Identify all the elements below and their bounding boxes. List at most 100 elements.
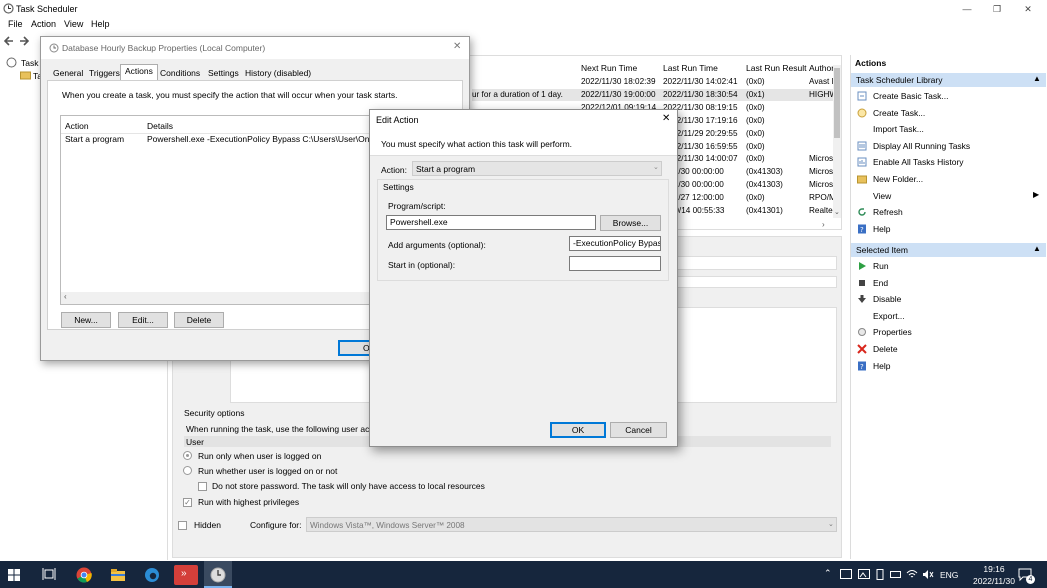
action-disable[interactable]: Disable xyxy=(857,293,1043,307)
task-cell-result[interactable]: (0x41303) xyxy=(746,180,783,189)
task-cell-last[interactable]: 2022/11/30 18:30:54 xyxy=(663,90,738,99)
chevron-up-icon[interactable]: ⌃ xyxy=(824,568,832,579)
table-row-action[interactable]: Start a program xyxy=(65,134,124,144)
action-properties[interactable]: Properties xyxy=(857,326,1043,340)
action-run[interactable]: Run xyxy=(857,260,1043,274)
task-cell-result[interactable]: (0x0) xyxy=(746,129,765,138)
task-cell-author[interactable]: Micros xyxy=(809,154,833,163)
device-icon[interactable] xyxy=(874,569,890,585)
clock-time[interactable]: 19:16 xyxy=(976,564,1012,574)
scrollbar-thumb[interactable] xyxy=(834,68,840,138)
action-create-task[interactable]: Create Task... xyxy=(857,107,1043,121)
delete-action-button[interactable]: Delete xyxy=(174,312,224,328)
properties-close-icon[interactable]: ✕ xyxy=(453,41,461,52)
column-last-run-time[interactable]: Last Run Time xyxy=(663,63,718,73)
collapse-icon[interactable]: ▲ xyxy=(1033,244,1041,253)
task-cell-author[interactable]: Micros xyxy=(809,180,833,189)
chrome-icon[interactable] xyxy=(76,567,92,583)
tab-general[interactable]: General xyxy=(49,67,87,80)
task-cell-author[interactable]: HIGHW xyxy=(809,90,833,99)
menu-help[interactable]: Help xyxy=(91,19,110,29)
edit-action-close-icon[interactable]: ✕ xyxy=(662,113,670,124)
action-refresh[interactable]: Refresh xyxy=(857,206,1043,220)
selected-item-section-header[interactable]: Selected Item ▲ xyxy=(851,243,1046,257)
action-export[interactable]: Export... xyxy=(857,310,1043,324)
column-next-run-time[interactable]: Next Run Time xyxy=(581,63,637,73)
table-header-action[interactable]: Action xyxy=(65,121,89,131)
speaker-mute-icon[interactable] xyxy=(922,569,938,585)
menu-file[interactable]: File xyxy=(8,19,23,29)
task-cell-result[interactable]: (0x41303) xyxy=(746,167,783,176)
task-cell-result[interactable]: (0x0) xyxy=(746,154,765,163)
radio-whether-logged-on[interactable] xyxy=(183,466,192,475)
task-cell-author[interactable]: Realtel xyxy=(809,206,833,215)
radio-logged-on[interactable] xyxy=(183,451,192,460)
task-cell-author[interactable]: RPO/M xyxy=(809,193,833,202)
table-header-details[interactable]: Details xyxy=(147,121,173,131)
task-scheduler-taskbar-icon[interactable] xyxy=(210,567,226,583)
scroll-right-icon[interactable]: › xyxy=(822,220,825,229)
action-end[interactable]: End xyxy=(857,277,1043,291)
forward-arrow-icon[interactable] xyxy=(18,35,30,47)
action-create-basic-task[interactable]: Create Basic Task... xyxy=(857,90,1043,104)
collapse-icon[interactable]: ▲ xyxy=(1033,74,1041,83)
anydesk-icon[interactable]: » xyxy=(174,565,198,585)
tab-actions[interactable]: Actions xyxy=(120,64,158,80)
wifi-icon[interactable] xyxy=(906,569,922,585)
checkbox-highest-privileges[interactable]: ✓ xyxy=(183,498,192,507)
start-windows-icon[interactable] xyxy=(8,569,24,585)
scroll-left-icon[interactable]: ‹ xyxy=(64,292,67,301)
scroll-down-icon[interactable]: ⌄ xyxy=(834,208,840,216)
task-cell-result[interactable]: (0x0) xyxy=(746,77,765,86)
menu-view[interactable]: View xyxy=(64,19,83,29)
action-help[interactable]: ? Help xyxy=(857,360,1043,374)
network-app-icon[interactable] xyxy=(840,569,856,585)
action-display-all-running-tasks[interactable]: Display All Running Tasks xyxy=(857,140,1043,154)
minimize-button[interactable]: — xyxy=(961,3,973,15)
task-cell-next[interactable]: 2022/11/30 19:00:00 xyxy=(581,90,656,99)
checkbox-no-password[interactable] xyxy=(198,482,207,491)
menu-action[interactable]: Action xyxy=(31,19,56,29)
clock-date[interactable]: 2022/11/30 xyxy=(966,576,1022,586)
back-arrow-icon[interactable] xyxy=(3,35,15,47)
tab-conditions[interactable]: Conditions xyxy=(156,67,204,80)
action-enable-all-tasks-history[interactable]: Enable All Tasks History xyxy=(857,156,1043,170)
action-new-folder[interactable]: New Folder... xyxy=(857,173,1043,187)
table-row-details[interactable]: Powershell.exe -ExecutionPolicy Bypass C… xyxy=(147,134,396,144)
action-help[interactable]: ? Help xyxy=(857,223,1043,237)
column-last-run-result[interactable]: Last Run Result xyxy=(746,63,806,73)
action-view[interactable]: View ▶ xyxy=(857,190,1043,204)
library-section-header[interactable]: Task Scheduler Library ▲ xyxy=(851,73,1046,87)
battery-icon[interactable] xyxy=(890,570,906,586)
edit-action-ok-button[interactable]: OK xyxy=(550,422,606,438)
checkbox-hidden[interactable] xyxy=(178,521,187,530)
task-cell-result[interactable]: (0x0) xyxy=(746,116,765,125)
tab-settings[interactable]: Settings xyxy=(204,67,243,80)
new-action-button[interactable]: New... xyxy=(61,312,111,328)
task-view-icon[interactable] xyxy=(42,567,58,583)
tab-history[interactable]: History (disabled) xyxy=(241,67,315,80)
action-delete[interactable]: Delete xyxy=(857,343,1043,357)
start-in-input[interactable] xyxy=(569,256,661,271)
program-script-input[interactable]: Powershell.exe xyxy=(386,215,596,230)
task-cell-next[interactable]: 2022/11/30 18:02:39 xyxy=(581,77,656,86)
photos-icon[interactable] xyxy=(858,569,874,585)
language-indicator[interactable]: ENG xyxy=(940,570,958,580)
maximize-button[interactable]: ❐ xyxy=(991,3,1003,15)
edge-icon[interactable] xyxy=(144,567,160,583)
task-cell-last[interactable]: 2022/11/30 14:02:41 xyxy=(663,77,738,86)
edit-action-button[interactable]: Edit... xyxy=(118,312,168,328)
action-select[interactable]: Start a program ⌄ xyxy=(412,161,662,176)
add-arguments-input[interactable]: -ExecutionPolicy Bypass C xyxy=(569,236,661,251)
task-cell-result[interactable]: (0x0) xyxy=(746,193,765,202)
edit-action-cancel-button[interactable]: Cancel xyxy=(610,422,667,438)
browse-button[interactable]: Browse... xyxy=(600,215,661,231)
task-cell-result[interactable]: (0x41301) xyxy=(746,206,783,215)
task-cell-author[interactable]: Micros xyxy=(809,167,833,176)
column-author[interactable]: Author xyxy=(809,63,833,73)
close-button[interactable]: ✕ xyxy=(1022,3,1034,15)
task-cell-result[interactable]: (0x0) xyxy=(746,103,765,112)
action-import-task[interactable]: Import Task... xyxy=(857,123,1043,137)
task-cell-result[interactable]: (0x1) xyxy=(746,90,765,99)
file-explorer-icon[interactable] xyxy=(110,567,126,583)
